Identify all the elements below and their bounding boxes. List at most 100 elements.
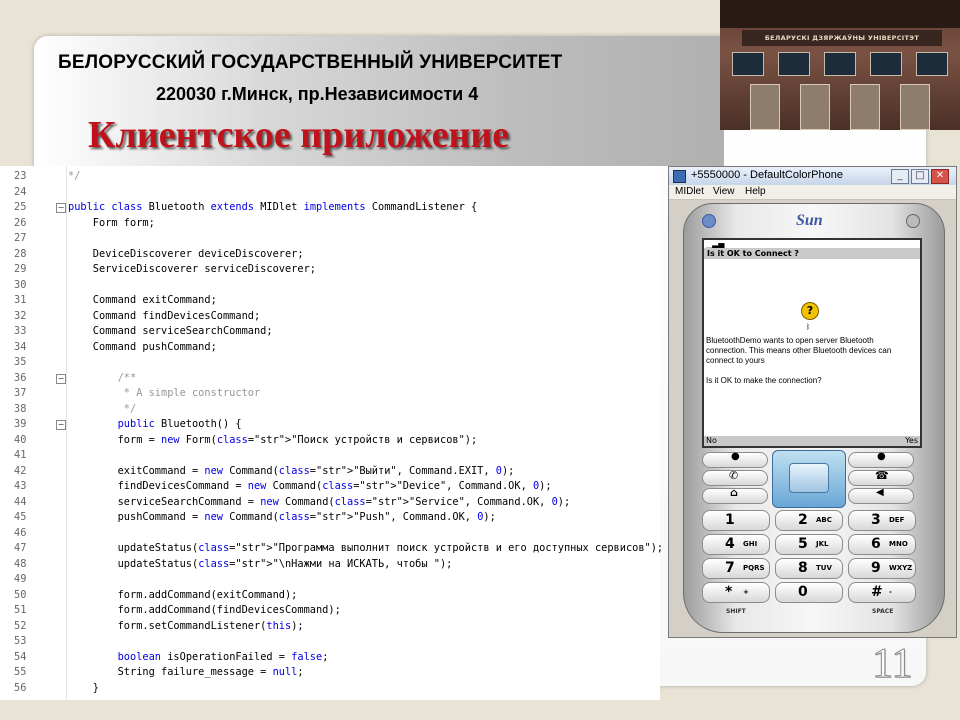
emulator-menubar: MIDlet View Help	[669, 185, 956, 200]
sun-logo: Sun	[796, 212, 823, 229]
code-line: 41	[0, 449, 660, 465]
back-button[interactable]: ◀	[848, 487, 914, 504]
code-text: ServiceDiscoverer serviceDiscoverer;	[68, 263, 316, 275]
code-line: 49	[0, 573, 660, 589]
fold-toggle-icon[interactable]: −	[56, 420, 66, 430]
key-digit: 1	[725, 512, 735, 528]
code-editor[interactable]: 23 */24 25− public class Bluetooth extends …	[0, 166, 663, 700]
line-number: 28	[14, 247, 27, 260]
menu-help[interactable]: Help	[745, 186, 766, 197]
line-number: 44	[14, 495, 27, 508]
navigation-pad[interactable]	[772, 450, 846, 508]
key-digit: *	[725, 584, 733, 600]
photo-window	[870, 52, 902, 76]
line-number: 31	[14, 294, 27, 306]
menu-midlet[interactable]: MIDlet	[675, 186, 704, 197]
code-text: }	[68, 681, 99, 694]
softkey-no[interactable]: No	[706, 436, 717, 446]
keypad-key-5[interactable]: 5 JKL	[775, 534, 843, 555]
line-number: 37	[14, 387, 27, 399]
line-number: 51	[14, 604, 27, 616]
code-line: 27	[0, 232, 660, 248]
fold-toggle-icon[interactable]: −	[56, 373, 66, 384]
key-digit: 7	[725, 560, 735, 576]
code-text: form.addCommand(exitCommand);	[68, 588, 298, 601]
code-text: public class Bluetooth extends MIDlet im…	[68, 201, 478, 213]
university-photo: БЕЛАРУСКІ ДЗЯРЖАЎНЫ УНІВЕРСІТЭТ	[720, 0, 960, 130]
keypad-key-4[interactable]: 4 GHI	[702, 534, 770, 555]
line-number: 33	[14, 325, 27, 337]
fold-toggle-icon[interactable]: −	[56, 203, 66, 213]
keypad-key-0[interactable]: 0	[775, 582, 843, 603]
code-text: boolean isOperationFailed = false;	[117, 650, 329, 663]
line-number: 46	[14, 526, 27, 539]
keypad-key-7[interactable]: 7 PQRS	[702, 558, 770, 579]
power-icon[interactable]	[906, 214, 920, 228]
key-letters: TUV	[816, 564, 832, 572]
left-softkey-button[interactable]: ●	[702, 451, 768, 468]
page-number: 11	[871, 641, 913, 688]
line-number: 49	[14, 573, 27, 585]
code-text: Form form;	[68, 216, 155, 229]
key-digit: 5	[798, 536, 808, 552]
key-letters: GHI	[743, 540, 758, 548]
emulator-titlebar[interactable]: +5550000 - DefaultColorPhone _ □ ✕	[669, 167, 956, 185]
code-line: 31 Command exitCommand;	[0, 294, 660, 310]
key-letters: PQRS	[743, 564, 765, 572]
line-number: 25	[14, 201, 27, 213]
code-line: 47 updateStatus(class="str">"Программа в…	[0, 542, 663, 558]
code-text: serviceSearchCommand = new Command(class…	[68, 495, 571, 508]
code-line: 46	[0, 527, 660, 543]
keypad-key-8[interactable]: 8 TUV	[775, 558, 843, 579]
softkey-yes[interactable]: Yes	[905, 436, 918, 446]
key-digit: 0	[798, 584, 808, 600]
code-text: exitCommand = new Command(class="str">"В…	[68, 464, 515, 477]
code-text: */	[68, 170, 81, 182]
code-text: pushCommand = new Command(class="str">"P…	[68, 511, 496, 523]
keypad-key-6[interactable]: 6 MNO	[848, 534, 916, 555]
keypad-key-hash[interactable]: # -	[848, 582, 916, 603]
line-number: 54	[14, 650, 27, 663]
photo-door	[800, 84, 830, 130]
keypad-key-9[interactable]: 9 WXYZ	[848, 558, 916, 579]
photo-window	[824, 52, 856, 76]
code-line: 33 Command serviceSearchCommand;	[0, 325, 660, 341]
keypad-key-3[interactable]: 3 DEF	[848, 510, 916, 531]
code-line: 51 form.addCommand(findDevicesCommand);	[0, 604, 660, 620]
photo-window	[916, 52, 948, 76]
keypad-key-1[interactable]: 1	[702, 510, 770, 531]
maximize-icon[interactable]: □	[911, 169, 929, 184]
line-number: 35	[14, 356, 27, 368]
code-line: 38 */	[0, 403, 660, 419]
code-line: 56 }	[0, 682, 660, 698]
key-digit: 9	[871, 560, 881, 576]
call-button[interactable]: ✆	[702, 469, 768, 486]
right-softkey-button[interactable]: ●	[848, 451, 914, 468]
code-line: 42 exitCommand = new Command(class="str"…	[0, 465, 660, 481]
line-number: 26	[14, 216, 27, 229]
code-text: public Bluetooth() {	[117, 418, 242, 430]
minimize-icon[interactable]: _	[891, 169, 909, 184]
key-digit: 4	[725, 536, 735, 552]
app-icon	[673, 170, 686, 183]
code-line: 48 updateStatus(class="str">"\nНажми на …	[0, 558, 660, 574]
line-number: 40	[14, 433, 27, 446]
close-icon[interactable]: ✕	[931, 169, 949, 184]
keypad-key-2[interactable]: 2 ABC	[775, 510, 843, 531]
code-line: 28 DeviceDiscoverer deviceDiscoverer;	[0, 248, 660, 264]
home-button[interactable]: ⌂	[702, 486, 768, 504]
end-call-button[interactable]: ☎	[848, 469, 914, 486]
menu-view[interactable]: View	[713, 186, 735, 197]
key-digit: #	[871, 584, 883, 600]
line-number: 39	[14, 418, 27, 430]
keypad-key-star[interactable]: * +	[702, 582, 770, 603]
line-number: 24	[14, 185, 27, 198]
line-number: 48	[14, 557, 27, 570]
phone-body: Sun ▁▃▅ Is it OK to Connect ? ? ᛒ Blueto…	[683, 203, 945, 633]
line-number: 53	[14, 635, 27, 647]
select-button[interactable]	[789, 463, 829, 493]
line-number: 47	[14, 542, 27, 554]
screen-question: Is it OK to make the connection?	[706, 376, 822, 385]
code-line: 44 serviceSearchCommand = new Command(cl…	[0, 496, 660, 512]
code-text: form.addCommand(findDevicesCommand);	[68, 604, 341, 616]
